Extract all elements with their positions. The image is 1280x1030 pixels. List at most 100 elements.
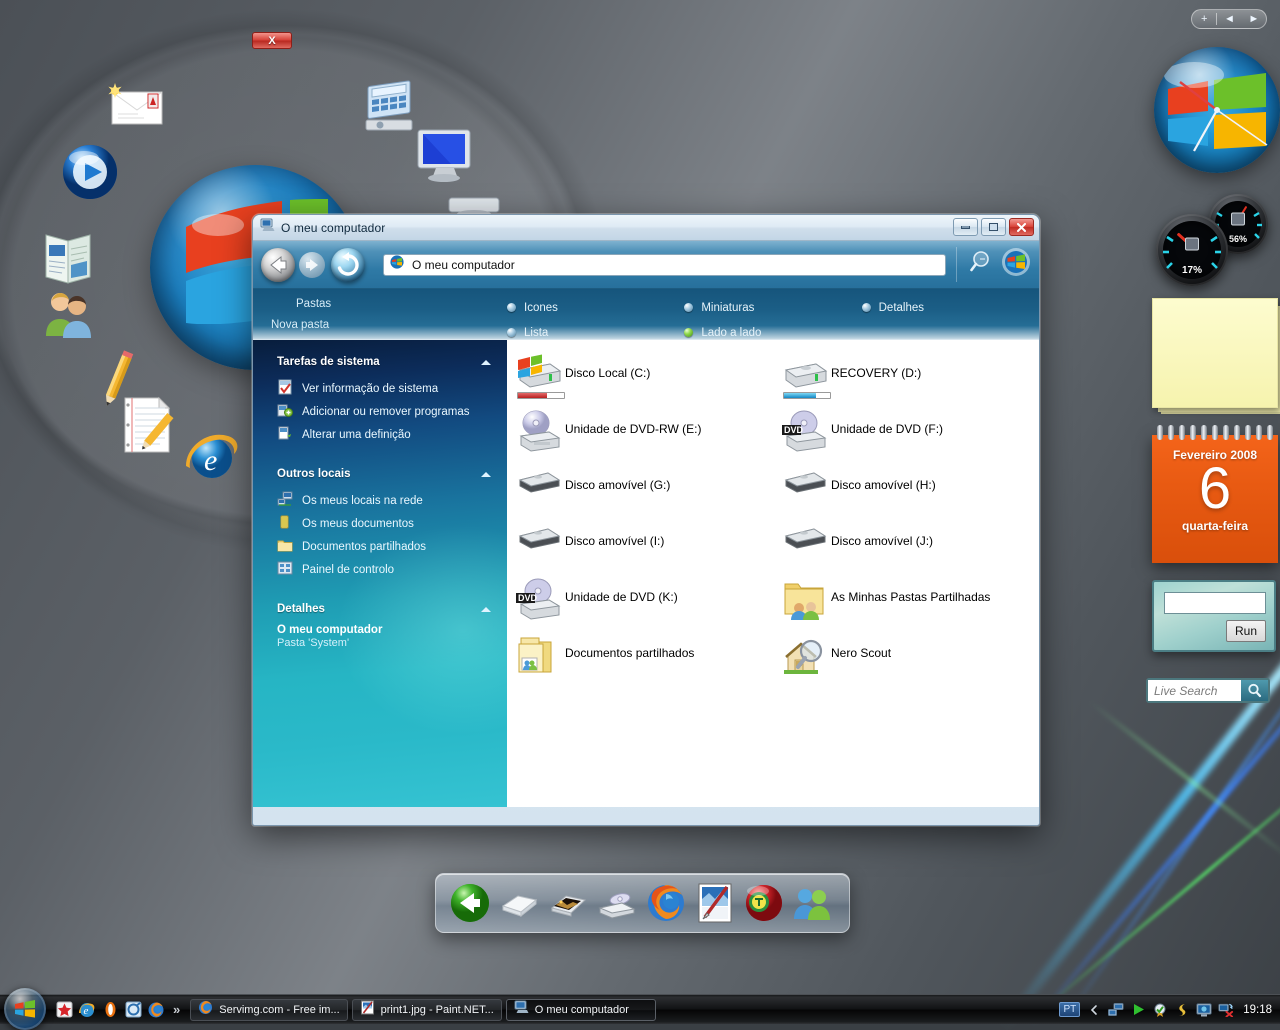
file-item-dvd-f[interactable]: DVD Unidade de DVD (F:) [773,408,1039,464]
close-badge[interactable]: X [252,32,292,49]
command-bar[interactable]: Pastas Nova pasta Icones Miniaturas Deta… [253,289,1039,340]
file-item-recovery-d[interactable]: RECOVERY (D:) [773,352,1039,408]
sidebar-prev-button[interactable]: ◄ [1217,13,1241,25]
clock-gadget[interactable] [1154,38,1280,182]
paint-net-icon[interactable] [693,881,737,925]
view-options[interactable]: Icones Miniaturas Detalhes Lista Lado a … [507,289,1039,340]
view-option-icones[interactable]: Icones [507,295,684,320]
notepad-icon[interactable] [115,392,177,463]
file-item-shared-documents[interactable]: Documentos partilhados [507,632,773,688]
task-button-paint-net[interactable]: print1.jpg - Paint.NET... [352,999,502,1021]
cpu-meter-gadget[interactable]: 17% [1156,214,1228,286]
quick-launch[interactable]: e » [54,1000,180,1020]
file-item-dvd-k[interactable]: DVD Unidade de DVD (K:) [507,576,773,632]
window-titlebar[interactable]: O meu computador [253,215,1039,241]
file-item-shared-folders[interactable]: As Minhas Pastas Partilhadas [773,576,1039,632]
window-controls[interactable] [953,218,1034,236]
new-folder-button[interactable]: Nova pasta [271,314,507,335]
up-button[interactable] [331,248,365,282]
nav-right-tools[interactable] [956,247,1031,282]
tray-clock[interactable]: 19:18 [1243,1004,1272,1016]
nero-icon[interactable] [1174,1002,1190,1018]
navigation-bar[interactable]: O meu computador [253,241,1039,289]
live-search-gadget[interactable]: Live Search [1146,678,1270,703]
task-buttons[interactable]: Servimg.com - Free im... print1.jpg - Pa… [190,999,656,1021]
sidepane-item-add-remove-programs[interactable]: Adicionar ou remover programas [253,400,507,423]
quick-launch-more[interactable]: » [173,1002,180,1017]
show-desktop-icon[interactable] [54,1000,74,1020]
sidepane-item-my-documents[interactable]: Os meus documentos [253,512,507,535]
view-option-miniaturas[interactable]: Miniaturas [684,295,861,320]
chevron-up-icon[interactable] [481,607,491,612]
file-item-local-disk-c[interactable]: Disco Local (C:) [507,352,773,408]
sticky-notes-gadget[interactable] [1152,298,1278,408]
sidebar-next-button[interactable]: ► [1242,13,1266,25]
file-item-removable-g[interactable]: Disco amovível (G:) [507,464,773,520]
firefox-icon[interactable] [146,1000,166,1020]
file-item-dvd-rw-e[interactable]: Unidade de DVD-RW (E:) [507,408,773,464]
photos-icon[interactable] [546,881,590,925]
windows-orb-button[interactable] [1001,247,1031,282]
file-list[interactable]: Disco Local (C:) RECOVERY (D:) [507,340,1039,807]
security-icon[interactable] [1152,1002,1168,1018]
address-bar[interactable]: O meu computador [383,254,946,276]
close-button[interactable] [1009,218,1034,236]
sidebar-controls[interactable]: + ◄ ► [1191,9,1267,29]
play-green-icon[interactable] [1130,1002,1146,1018]
documents-book-icon[interactable] [40,225,96,292]
maximize-button[interactable] [981,218,1006,236]
minimize-button[interactable] [953,218,978,236]
media-player-icon[interactable] [60,143,120,206]
side-pane[interactable]: Tarefas de sistema Ver informação de sis… [253,340,507,807]
sidepane-item-control-panel[interactable]: Painel de controlo [253,558,507,581]
command-links[interactable]: Pastas Nova pasta [253,289,507,340]
outlook-icon[interactable] [123,1000,143,1020]
file-item-removable-j[interactable]: Disco amovível (J:) [773,520,1039,576]
calendar-gadget[interactable]: Fevereiro 2008 6 quarta-feira [1152,425,1278,563]
file-item-nero-scout[interactable]: Nero Scout [773,632,1039,688]
internet-explorer-icon[interactable]: e [180,428,242,489]
opera-icon[interactable] [742,881,786,925]
task-button-servimg[interactable]: Servimg.com - Free im... [190,999,347,1021]
back-button[interactable] [261,248,295,282]
network-icon[interactable] [1108,1002,1124,1018]
network-disconnected-icon[interactable] [1218,1002,1234,1018]
taskbar[interactable]: e » [0,994,1280,1024]
run-input[interactable] [1164,592,1266,614]
documents-icon[interactable] [497,881,541,925]
sidepane-item-network-places[interactable]: Os meus locais na rede [253,489,507,512]
cd-drive-icon[interactable] [595,881,639,925]
chevron-up-icon[interactable] [481,472,491,477]
explorer-window[interactable]: O meu computador [252,214,1040,826]
system-tasks-header[interactable]: Tarefas de sistema [253,356,507,368]
users-icon[interactable] [40,288,98,345]
mail-envelope-icon[interactable] [104,82,166,135]
monitor-icon[interactable] [410,122,478,191]
internet-explorer-icon[interactable]: e [77,1000,97,1020]
search-icon[interactable] [969,249,995,280]
chevron-up-icon[interactable] [481,360,491,365]
task-button-my-computer[interactable]: O meu computador [506,999,656,1021]
meter-gadgets[interactable]: 56% 17% [1152,190,1280,286]
sidepane-item-system-info[interactable]: Ver informação de sistema [253,377,507,400]
dock[interactable] [435,873,850,933]
other-places-header[interactable]: Outros locais [253,468,507,480]
file-item-removable-i[interactable]: Disco amovível (I:) [507,520,773,576]
opera-icon[interactable] [100,1000,120,1020]
run-gadget[interactable]: Run [1152,580,1276,652]
live-search-input[interactable]: Live Search [1148,680,1241,701]
details-header[interactable]: Detalhes [253,603,507,615]
forward-button[interactable] [299,252,325,278]
view-option-detalhes[interactable]: Detalhes [862,295,1039,320]
file-item-removable-h[interactable]: Disco amovível (H:) [773,464,1039,520]
back-arrow-icon[interactable] [448,881,492,925]
run-button[interactable]: Run [1226,620,1266,642]
messenger-icon[interactable] [791,881,835,925]
language-indicator[interactable]: PT [1059,1002,1080,1017]
firefox-icon[interactable] [644,881,688,925]
sidepane-item-shared-documents[interactable]: Documentos partilhados [253,535,507,558]
sidebar-add-button[interactable]: + [1192,13,1216,25]
search-icon[interactable] [1241,680,1268,701]
sidepane-item-change-setting[interactable]: Alterar uma definição [253,423,507,446]
folders-button[interactable]: Pastas [271,293,507,314]
